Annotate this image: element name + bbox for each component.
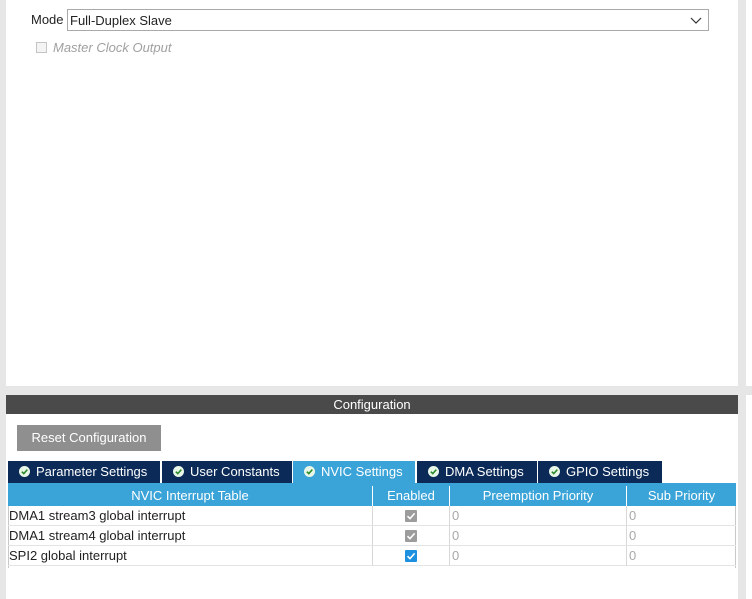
preemption-priority-cell[interactable]: 0	[450, 546, 627, 566]
preemption-priority-cell[interactable]: 0	[450, 506, 627, 526]
enabled-cell	[373, 546, 450, 566]
check-circle-icon	[549, 466, 560, 477]
table-row-name: DMA1 stream4 global interrupt	[8, 526, 373, 546]
tab-parameter-settings[interactable]: Parameter Settings	[8, 461, 160, 483]
column-header-interrupt[interactable]: NVIC Interrupt Table	[8, 486, 373, 506]
sub-priority-cell[interactable]: 0	[627, 506, 736, 526]
left-frame	[0, 0, 6, 599]
tab-label: Parameter Settings	[36, 464, 148, 479]
sub-priority-cell[interactable]: 0	[627, 526, 736, 546]
right-frame-edge	[746, 0, 752, 599]
table-row-name: DMA1 stream3 global interrupt	[8, 506, 373, 526]
master-clock-output-checkbox	[36, 42, 47, 53]
panel-splitter[interactable]	[0, 386, 752, 395]
column-header-sub-priority[interactable]: Sub Priority	[627, 486, 736, 506]
mode-select-value: Full-Duplex Slave	[70, 13, 172, 28]
column-header-enabled[interactable]: Enabled	[373, 486, 450, 506]
tab-gpio-settings[interactable]: GPIO Settings	[538, 461, 662, 483]
tab-label: User Constants	[190, 464, 280, 479]
check-circle-icon	[19, 466, 30, 477]
check-circle-icon	[173, 466, 184, 477]
table-row-name: SPI2 global interrupt	[8, 546, 373, 566]
check-circle-icon	[304, 466, 315, 477]
mode-label: Mode	[31, 12, 64, 27]
check-circle-icon	[428, 466, 439, 477]
chevron-down-icon	[690, 17, 702, 24]
tab-user-constants[interactable]: User Constants	[162, 461, 292, 483]
tab-nvic-settings[interactable]: NVIC Settings	[293, 461, 415, 483]
tab-dma-settings[interactable]: DMA Settings	[417, 461, 537, 483]
tab-label: NVIC Settings	[321, 464, 403, 479]
master-clock-output-label: Master Clock Output	[53, 40, 172, 55]
sub-priority-cell[interactable]: 0	[627, 546, 736, 566]
enabled-cell	[373, 506, 450, 526]
preemption-priority-cell[interactable]: 0	[450, 526, 627, 546]
tab-label: DMA Settings	[445, 464, 524, 479]
reset-configuration-button[interactable]: Reset Configuration	[17, 425, 161, 451]
enabled-checkbox	[405, 510, 417, 522]
enabled-cell	[373, 526, 450, 546]
tab-label: GPIO Settings	[566, 464, 650, 479]
column-header-preemption-priority[interactable]: Preemption Priority	[450, 486, 627, 506]
enabled-checkbox[interactable]	[405, 550, 417, 562]
enabled-checkbox	[405, 530, 417, 542]
mode-select[interactable]: Full-Duplex Slave	[67, 9, 709, 31]
configuration-header: Configuration	[6, 395, 738, 414]
